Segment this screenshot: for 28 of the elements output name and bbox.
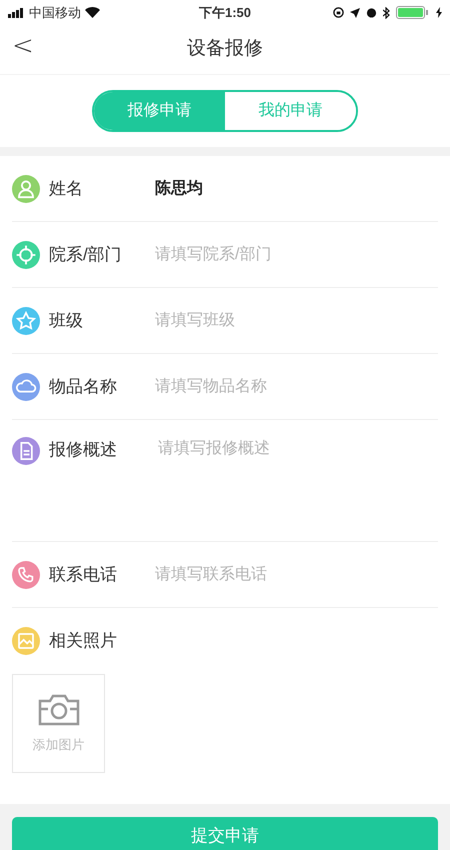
add-photo-button[interactable]: 添加图片 <box>12 674 105 773</box>
text-field[interactable]: 请填写物品名称 <box>155 374 438 398</box>
signal-icon <box>8 8 25 18</box>
text-field[interactable]: 请填写联系电话 <box>155 562 438 586</box>
carrier-name: 中国移动 <box>29 4 81 22</box>
wifi-icon <box>85 7 100 18</box>
status-time: 下午1:50 <box>198 4 252 22</box>
text-field[interactable]: 请填写院系/部门 <box>155 242 438 266</box>
location-icon <box>350 8 360 18</box>
field-label: 班级 <box>49 310 84 332</box>
text-field[interactable]: 请填写班级 <box>155 308 438 332</box>
field-label: 联系电话 <box>49 564 118 586</box>
field-label: 物品名称 <box>49 376 118 398</box>
charging-icon <box>436 7 442 18</box>
back-button[interactable]: < <box>12 33 34 59</box>
submit-button[interactable]: 提交申请 <box>12 817 438 850</box>
field-label: 院系/部门 <box>49 244 123 266</box>
field-label: 报修概述 <box>49 439 118 461</box>
page-title: 设备报修 <box>187 37 263 62</box>
bluetooth-icon <box>383 6 390 18</box>
field-label: 相关照片 <box>49 630 117 652</box>
battery-icon <box>396 6 430 19</box>
field-label: 姓名 <box>49 178 84 200</box>
segment-tab[interactable]: 报修申请 <box>94 92 225 130</box>
description-field[interactable]: 请填写报修概述 <box>158 437 438 527</box>
text-field[interactable]: 陈思均 <box>155 176 438 200</box>
rotation-lock-icon <box>333 7 344 18</box>
camera-icon <box>36 692 80 727</box>
